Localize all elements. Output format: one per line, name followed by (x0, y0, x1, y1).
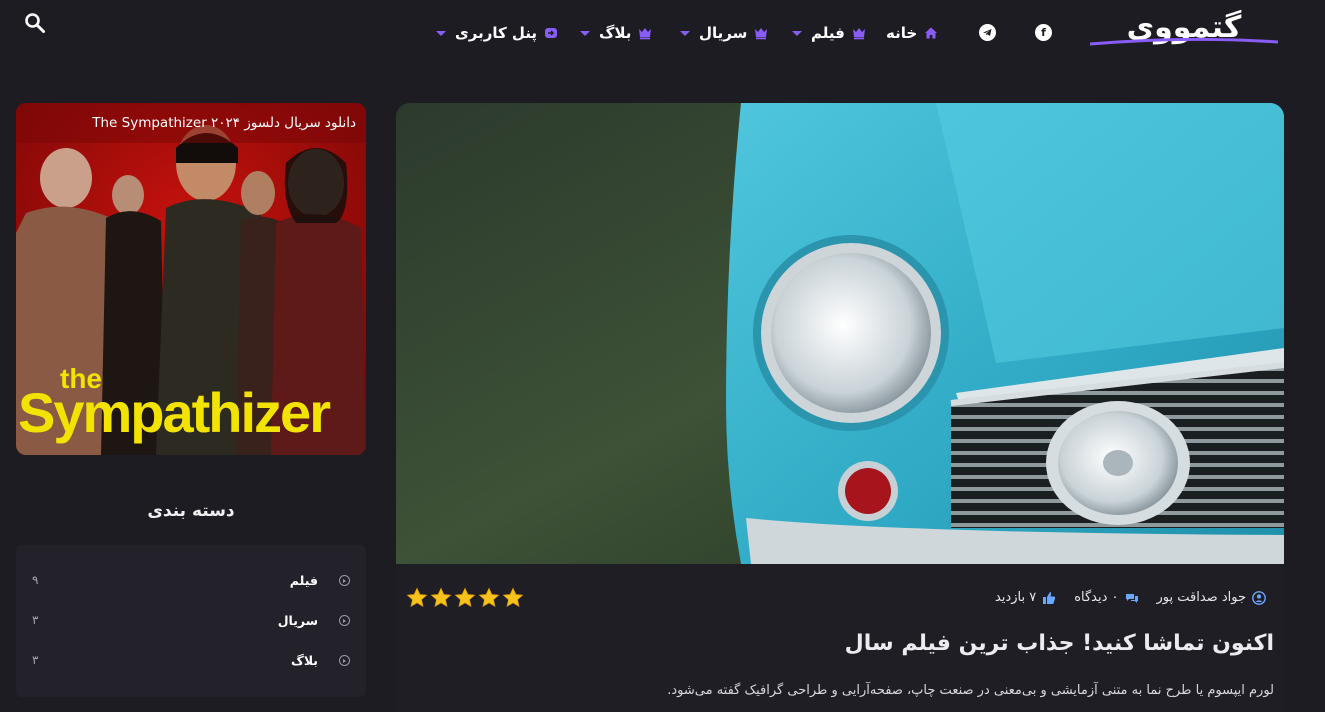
category-label: بلاگ (291, 653, 318, 668)
post-views: ۷ بازدید (995, 590, 1056, 605)
poster-title-big: Sympathizer (18, 381, 331, 444)
chevron-down-icon (792, 30, 802, 36)
category-item-series[interactable]: سریال ۳ (16, 611, 366, 631)
category-label: سریال (277, 613, 318, 628)
post-excerpt: لورم ایپسوم یا طرح نما به متنی آزمایشی و… (667, 683, 1274, 698)
star-icon[interactable] (454, 587, 476, 609)
post-author-name: جواد صداقت پور (1156, 590, 1246, 605)
rating-stars[interactable] (406, 587, 524, 609)
play-circle-icon (339, 615, 350, 626)
nav-item-movies[interactable]: فیلم (792, 20, 866, 46)
post-title[interactable]: اکنون تماشا کنید! جذاب ترین فیلم سال (845, 631, 1274, 656)
crown-icon (639, 28, 652, 40)
category-count: ۳ (32, 653, 39, 667)
post-comments-count: ۰ دیدگاه (1074, 590, 1119, 605)
categories-list: فیلم ۹ سریال ۳ بلاگ ۳ (16, 545, 366, 697)
logo-swoosh (1089, 38, 1279, 46)
crown-icon (755, 28, 768, 40)
nav-item-series[interactable]: سریال (680, 20, 768, 46)
top-navbar: گتمووی f خانه فیلم سریال بلاگ پنل کاربری (0, 0, 1325, 64)
star-icon[interactable] (478, 587, 500, 609)
category-item-movies[interactable]: فیلم ۹ (16, 571, 366, 591)
chevron-down-icon (580, 30, 590, 36)
star-icon[interactable] (502, 587, 524, 609)
nav-item-blog[interactable]: بلاگ (580, 20, 652, 46)
chevron-down-icon (680, 30, 690, 36)
nav-label-blog: بلاگ (599, 24, 632, 42)
home-icon (925, 27, 938, 39)
star-icon[interactable] (406, 587, 428, 609)
featured-post-card[interactable]: جواد صداقت پور ۰ دیدگاه ۷ بازدید اکنون ت… (396, 103, 1284, 712)
nav-label-user-panel: پنل کاربری (455, 24, 538, 42)
search-icon[interactable] (24, 12, 46, 34)
poster-caption[interactable]: دانلود سریال دلسوز The Sympathizer ۲۰۲۴ (92, 115, 356, 131)
post-comments[interactable]: ۰ دیدگاه (1074, 590, 1138, 605)
nav-label-series: سریال (699, 24, 748, 42)
post-author[interactable]: جواد صداقت پور (1157, 590, 1266, 605)
featured-post-image[interactable] (396, 103, 1284, 564)
user-circle-icon (1252, 590, 1266, 605)
facebook-icon[interactable]: f (1035, 24, 1052, 41)
play-circle-icon (339, 655, 350, 666)
nav-item-user-panel[interactable]: پنل کاربری (436, 20, 558, 46)
category-item-blog[interactable]: بلاگ ۳ (16, 651, 366, 671)
site-logo[interactable]: گتمووی (1086, 10, 1282, 46)
category-label: فیلم (289, 573, 318, 588)
thumbs-up-icon (1043, 591, 1056, 604)
categories-title: دسته بندی (147, 501, 235, 521)
nav-label-home: خانه (886, 24, 918, 42)
post-views-count: ۷ بازدید (994, 590, 1037, 605)
sidebar-poster[interactable]: دانلود سریال دلسوز The Sympathizer ۲۰۲۴ … (16, 103, 366, 455)
telegram-icon[interactable] (979, 24, 996, 41)
category-count: ۳ (32, 613, 39, 627)
categories-widget-header: دسته بندی (16, 475, 366, 545)
crown-icon (852, 28, 865, 40)
star-icon[interactable] (430, 587, 452, 609)
chevron-down-icon (436, 30, 446, 36)
category-count: ۹ (32, 573, 39, 587)
login-icon (545, 28, 558, 38)
post-meta: جواد صداقت پور ۰ دیدگاه ۷ بازدید (995, 590, 1266, 605)
comments-icon (1125, 593, 1138, 603)
nav-label-movies: فیلم (811, 24, 845, 42)
play-circle-icon (339, 575, 350, 586)
nav-item-home[interactable]: خانه (886, 20, 938, 46)
